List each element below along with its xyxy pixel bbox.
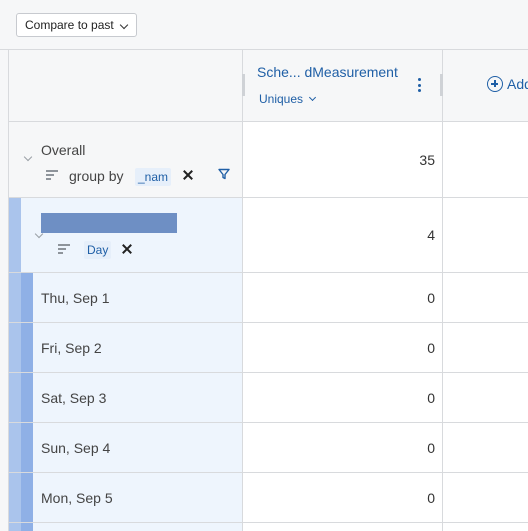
table-row: Mon, Sep 5 0 <box>9 473 528 523</box>
row-label-cell: Sat, Sep 3 <box>9 373 243 422</box>
table-row: Sun, Sep 4 0 <box>9 423 528 473</box>
level-indicator <box>9 273 21 322</box>
empty-cell <box>443 373 528 422</box>
table-row: Thu, Sep 1 0 <box>9 273 528 323</box>
overall-label: Overall <box>41 142 86 158</box>
table-row-partial <box>9 523 528 531</box>
overall-value: 35 <box>419 152 435 168</box>
row-label: Sat, Sep 3 <box>41 390 107 406</box>
toolbar: Compare to past <box>0 0 528 50</box>
group-by-day-chip[interactable]: Day <box>84 241 112 259</box>
row-value: 0 <box>427 440 435 456</box>
redacted-group-name <box>41 213 177 233</box>
level-indicator <box>21 423 33 472</box>
overall-row: Overall group by _nam 35 <box>9 122 528 198</box>
metric-aggregation-dropdown[interactable]: Uniques <box>259 92 317 106</box>
row-value-cell <box>243 523 443 531</box>
results-table: Sche... dMeasurement Uniques Add Overall… <box>8 50 528 531</box>
level-indicator <box>21 273 33 322</box>
row-value: 0 <box>427 340 435 356</box>
add-metric-column: Add <box>443 50 528 122</box>
empty-cell <box>443 323 528 372</box>
row-value-cell: 0 <box>243 373 443 422</box>
level-indicator <box>9 198 21 272</box>
group-row-label-cell: Day <box>9 198 243 272</box>
row-value-cell: 0 <box>243 423 443 472</box>
empty-cell <box>443 423 528 472</box>
row-value-cell: 0 <box>243 473 443 522</box>
level-indicator <box>21 523 33 531</box>
header-group-column <box>9 50 243 122</box>
filter-icon[interactable] <box>218 168 230 180</box>
chevron-down-icon <box>308 93 317 102</box>
chevron-down-icon <box>119 20 128 30</box>
metric-column-header[interactable]: Sche... dMeasurement Uniques <box>242 50 443 122</box>
empty-cell <box>443 198 528 272</box>
metric-name[interactable]: Sche... dMeasurement <box>257 64 398 80</box>
compare-to-past-button[interactable]: Compare to past <box>16 13 137 37</box>
row-value: 0 <box>427 290 435 306</box>
add-metric-label: Add <box>507 76 528 92</box>
level-indicator <box>9 423 21 472</box>
metric-aggregation-label: Uniques <box>259 92 304 106</box>
group-by-property-chip[interactable]: _nam <box>135 168 172 186</box>
overall-row-label-cell: Overall group by _nam <box>9 122 243 197</box>
table-row: Sat, Sep 3 0 <box>9 373 528 423</box>
collapse-caret-icon[interactable] <box>23 152 33 162</box>
empty-cell <box>443 473 528 522</box>
table-row: Fri, Sep 2 0 <box>9 323 528 373</box>
group-by-label: group by <box>69 168 124 184</box>
row-value: 0 <box>427 490 435 506</box>
empty-cell <box>443 523 528 531</box>
row-value-cell: 0 <box>243 273 443 322</box>
group-value: 4 <box>427 227 435 243</box>
row-label: Thu, Sep 1 <box>41 290 110 306</box>
row-label-cell: Mon, Sep 5 <box>9 473 243 522</box>
remove-group-by-icon[interactable] <box>122 244 132 254</box>
row-label: Fri, Sep 2 <box>41 340 102 356</box>
level-indicator <box>21 323 33 372</box>
level-indicator <box>9 523 21 531</box>
level-indicator <box>9 323 21 372</box>
level-indicator <box>9 473 21 522</box>
group-value-cell: 4 <box>243 198 443 272</box>
group-row: Day 4 <box>9 198 528 273</box>
row-value-cell: 0 <box>243 323 443 372</box>
group-by-icon <box>46 170 58 180</box>
remove-group-by-icon[interactable] <box>183 170 193 180</box>
level-indicator <box>21 373 33 422</box>
row-label-cell: Fri, Sep 2 <box>9 323 243 372</box>
row-label-cell: Thu, Sep 1 <box>9 273 243 322</box>
compare-to-past-label: Compare to past <box>25 18 114 32</box>
row-label: Mon, Sep 5 <box>41 490 113 506</box>
empty-cell <box>443 273 528 322</box>
more-options-icon[interactable] <box>418 78 422 92</box>
row-label-cell: Sun, Sep 4 <box>9 423 243 472</box>
empty-cell <box>443 122 528 197</box>
overall-value-cell: 35 <box>243 122 443 197</box>
add-metric-button[interactable]: Add <box>487 76 528 92</box>
row-label: Sun, Sep 4 <box>41 440 111 456</box>
group-by-icon <box>58 244 70 254</box>
plus-circle-icon <box>487 76 503 92</box>
level-indicator <box>9 373 21 422</box>
row-value: 0 <box>427 390 435 406</box>
row-label-cell <box>9 523 243 531</box>
level-indicator <box>21 473 33 522</box>
column-resize-handle[interactable] <box>242 74 245 96</box>
